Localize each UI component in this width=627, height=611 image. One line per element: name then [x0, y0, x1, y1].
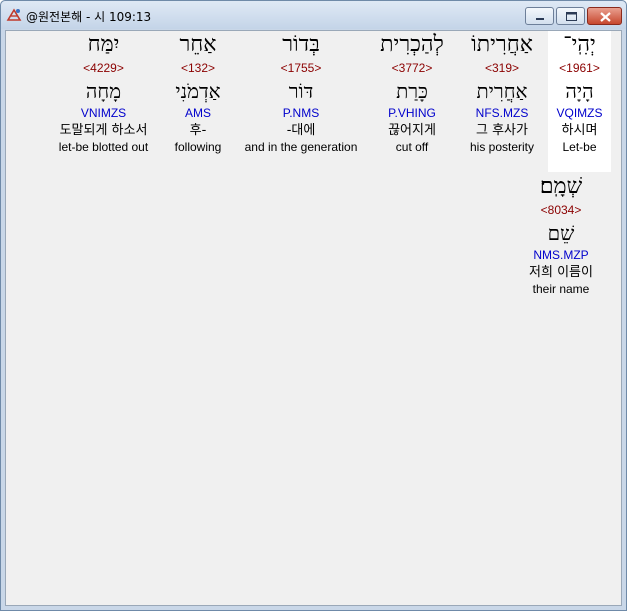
word-column-4[interactable]: בְּדוֹר <1755> דּוֹר P.NMS -대에 and in th…: [236, 31, 366, 154]
main-window: @원전본해 - 시 109:13 יְהִֽי־ <1961> הָיָה VQ…: [0, 0, 627, 611]
hebrew-word: לְהַכְרִית: [380, 32, 444, 57]
strong-number[interactable]: <132>: [158, 61, 238, 78]
close-icon: [600, 12, 611, 22]
english-gloss: Let-be: [562, 140, 597, 154]
hebrew-word: בְּדוֹר: [282, 32, 320, 57]
maximize-icon: [566, 12, 577, 21]
korean-gloss: 끊어지게: [388, 123, 436, 138]
word-column-5[interactable]: אַחֵר <132> אַדְמֹנִי AMS 후- following: [158, 31, 238, 154]
word-column-2[interactable]: אַחֲרִיתוֹ <319> אַחֲרִית NFS.MZS 그 후사가 …: [452, 31, 552, 154]
lemma-word: הָיָה: [565, 79, 594, 103]
morphology-code[interactable]: VNIMZS: [46, 106, 161, 123]
window-title: @원전본해 - 시 109:13: [26, 10, 152, 24]
word-column-6[interactable]: יִמַּח <4229> מָחָה VNIMZS 도말되게 하소서 let-…: [46, 31, 161, 154]
morphology-code[interactable]: AMS: [158, 106, 238, 123]
app-logo-icon: [6, 8, 22, 21]
morphology-code[interactable]: P.VHING: [362, 106, 462, 123]
strong-number[interactable]: <4229>: [46, 61, 161, 78]
english-gloss: their name: [532, 282, 590, 296]
hebrew-word: יְהִֽי־: [563, 32, 596, 57]
morphology-code[interactable]: VQIMZS: [548, 106, 611, 123]
english-gloss: let-be blotted out: [58, 140, 149, 154]
interlinear-panel[interactable]: יְהִֽי־ <1961> הָיָה VQIMZS 하시며 Let-be א…: [5, 30, 622, 606]
korean-gloss: 하시며: [561, 123, 598, 138]
strong-number[interactable]: <3772>: [362, 61, 462, 78]
title-bar[interactable]: @원전본해 - 시 109:13: [1, 1, 626, 29]
korean-gloss: 그 후사가: [476, 123, 528, 138]
minimize-icon: [536, 18, 544, 20]
english-gloss: cut off: [395, 140, 429, 154]
word-column-1[interactable]: יְהִֽי־ <1961> הָיָה VQIMZS 하시며 Let-be: [548, 31, 611, 172]
hebrew-word: יִמַּח: [87, 32, 120, 57]
lemma-word: כָּרַת: [396, 79, 428, 103]
korean-gloss: -대에: [286, 123, 316, 138]
word-column-3[interactable]: לְהַכְרִית <3772> כָּרַת P.VHING 끊어지게 cu…: [362, 31, 462, 154]
lemma-word: אַדְמֹנִי: [175, 79, 221, 103]
lemma-word: שֵׁם: [547, 221, 575, 245]
hebrew-word: שְׁמָֽם׃: [539, 174, 583, 199]
lemma-word: אַחֲרִית: [476, 79, 528, 103]
english-gloss: following: [174, 140, 222, 154]
english-gloss: his posterity: [469, 140, 535, 154]
lemma-word: דּוֹר: [288, 79, 314, 103]
korean-gloss: 저희 이름이: [529, 265, 593, 280]
strong-number[interactable]: <1961>: [548, 61, 611, 78]
strong-number[interactable]: <1755>: [236, 61, 366, 78]
word-column-7[interactable]: שְׁמָֽם׃ <8034> שֵׁם NMS.MZP 저희 이름이 thei…: [511, 173, 611, 296]
korean-gloss: 도말되게 하소서: [59, 123, 148, 138]
close-button[interactable]: [587, 7, 622, 25]
minimize-button[interactable]: [525, 7, 554, 25]
morphology-code[interactable]: NFS.MZS: [452, 106, 552, 123]
strong-number[interactable]: <319>: [452, 61, 552, 78]
maximize-button[interactable]: [556, 7, 585, 25]
morphology-code[interactable]: NMS.MZP: [511, 248, 611, 265]
hebrew-word: אַחֵר: [179, 32, 217, 57]
strong-number[interactable]: <8034>: [511, 203, 611, 220]
hebrew-word: אַחֲרִיתוֹ: [471, 32, 533, 57]
english-gloss: and in the generation: [244, 140, 358, 154]
morphology-code[interactable]: P.NMS: [236, 106, 366, 123]
lemma-word: מָחָה: [85, 79, 122, 103]
korean-gloss: 후-: [189, 123, 207, 138]
